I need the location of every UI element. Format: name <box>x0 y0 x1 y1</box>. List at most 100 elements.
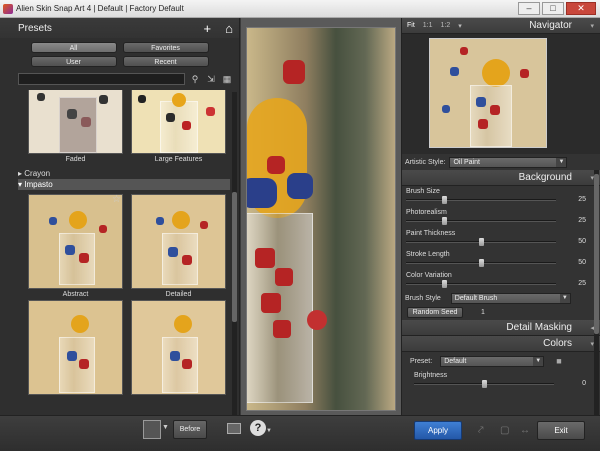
brush-size-slider[interactable]: Brush Size 25 <box>402 186 592 207</box>
category-label: Crayon <box>24 169 51 178</box>
close-button[interactable]: ✕ <box>566 2 596 15</box>
thumb-image <box>28 90 123 154</box>
home-icon[interactable]: ⌂ <box>225 21 233 36</box>
brush-style-select[interactable]: Default Brush ▼ <box>450 292 571 304</box>
split-view-button[interactable] <box>143 420 161 439</box>
navigator[interactable] <box>402 34 600 154</box>
random-seed-value: 1 <box>481 309 485 316</box>
preset-thumb[interactable] <box>28 300 123 395</box>
help-dropdown-icon[interactable]: ▼ <box>266 428 272 434</box>
crop-icon[interactable]: ▢ <box>500 425 509 436</box>
zoom-fit-button[interactable]: Fit <box>407 22 415 30</box>
preview-image <box>247 28 395 410</box>
app-icon <box>3 3 13 14</box>
photorealism-slider[interactable]: Photorealism 25 <box>402 207 592 228</box>
preset-thumb[interactable] <box>131 300 226 395</box>
title-bar: Alien Skin Snap Art 4 | Default | Factor… <box>0 0 600 18</box>
stroke-length-slider[interactable]: Stroke Length 50 <box>402 249 592 270</box>
navigator-title: Navigator <box>529 20 572 31</box>
colors-preset-value: Default <box>444 357 467 365</box>
chevron-down-icon: ▼ <box>559 293 570 303</box>
slider-label: Stroke Length <box>406 251 450 258</box>
preset-scrollbar[interactable] <box>232 92 237 415</box>
slider-knob[interactable] <box>441 196 447 204</box>
preset-search-input[interactable] <box>18 73 185 85</box>
artistic-style-row: Artistic Style: Oil Paint ▼ <box>402 154 600 170</box>
filter-favorites-button[interactable]: Favorites <box>122 42 209 53</box>
add-preset-icon[interactable]: + <box>204 21 212 36</box>
thumb-caption: Large Features <box>154 156 203 163</box>
color-variation-slider[interactable]: Color Variation 25 <box>402 270 592 291</box>
slider-label: Color Variation <box>406 272 452 279</box>
slider-knob[interactable] <box>479 238 484 246</box>
collapse-icon[interactable]: ▾ <box>590 22 594 30</box>
preset-filters: All Favorites User Recent <box>0 38 239 71</box>
zoom-1-2-button[interactable]: 1:2 <box>441 22 451 30</box>
thumb-image <box>28 194 123 289</box>
apply-button[interactable]: Apply <box>414 421 462 440</box>
presets-panel: Presets + ⌂ All Favorites User Recent ⚲ … <box>0 18 240 415</box>
preset-thumb-abstract[interactable]: ☆ Abstract <box>28 194 123 300</box>
preset-thumb-large-features[interactable]: Large Features <box>131 90 226 165</box>
navigator-thumbnail[interactable] <box>429 38 547 148</box>
slider-knob[interactable] <box>482 380 487 388</box>
slider-value: 50 <box>578 238 586 245</box>
slider-label: Paint Thickness <box>406 230 456 237</box>
category-impasto[interactable]: ▾ Impasto <box>18 179 230 190</box>
preset-thumb-faded[interactable]: Faded <box>28 90 123 165</box>
preview-canvas[interactable] <box>241 18 401 415</box>
presets-title: Presets <box>18 22 52 34</box>
navigator-header[interactable]: Fit 1:1 1:2 ▾ Navigator ▾ <box>402 18 600 34</box>
thumb-caption: Abstract <box>62 291 89 298</box>
filter-recent-button[interactable]: Recent <box>122 56 209 67</box>
detail-masking-header[interactable]: Detail Masking ◂ <box>402 320 600 336</box>
brush-style-row: Brush Style Default Brush ▼ <box>402 291 600 305</box>
detail-masking-title: Detail Masking <box>506 322 572 333</box>
slider-value: 25 <box>578 196 586 203</box>
colors-header[interactable]: Colors ▾ <box>402 336 600 352</box>
zoom-dropdown-icon[interactable]: ▾ <box>458 22 462 30</box>
background-header[interactable]: Background ▾ <box>402 170 600 186</box>
grid-view-icon[interactable]: ▦ <box>221 74 233 85</box>
slider-knob[interactable] <box>479 259 484 267</box>
before-button[interactable]: Before <box>173 420 207 439</box>
settings-scrollbar[interactable] <box>594 170 599 415</box>
colors-preset-row: Preset: Default ▼ ■ <box>402 352 600 370</box>
slider-knob[interactable] <box>441 217 447 225</box>
bottom-toolbar: ▼ Before ? ▼ Apply ⤤ ▢ ↔ Exit <box>0 415 600 451</box>
filter-all-button[interactable]: All <box>30 42 117 53</box>
preset-thumb-detailed[interactable]: Detailed <box>131 194 226 300</box>
preset-list: Faded Large Features ▸ Crayon ▾ Impasto <box>18 90 230 415</box>
fullscreen-icon[interactable] <box>227 423 241 434</box>
random-seed-button[interactable]: Random Seed <box>407 307 463 318</box>
artistic-style-select[interactable]: Oil Paint ▼ <box>449 156 568 168</box>
thumb-image <box>131 194 226 289</box>
split-view-dropdown-icon[interactable]: ▼ <box>162 424 169 431</box>
category-crayon[interactable]: ▸ Crayon <box>18 168 230 179</box>
filter-user-button[interactable]: User <box>30 56 117 67</box>
move-icon[interactable]: ⤤ <box>478 425 484 436</box>
paint-thickness-slider[interactable]: Paint Thickness 50 <box>402 228 592 249</box>
brush-style-value: Default Brush <box>454 294 498 302</box>
slider-track[interactable] <box>406 220 556 222</box>
slider-value: 25 <box>578 217 586 224</box>
brightness-slider[interactable]: Brightness 0 <box>402 370 592 391</box>
slider-knob[interactable] <box>441 280 447 288</box>
slider-value: 50 <box>578 259 586 266</box>
help-icon[interactable]: ? <box>250 420 266 436</box>
search-icon[interactable]: ⚲ <box>189 74 201 85</box>
collapse-all-icon[interactable]: ⇲ <box>205 74 217 85</box>
maximize-button[interactable]: □ <box>542 2 564 15</box>
zoom-1-1-button[interactable]: 1:1 <box>423 22 433 30</box>
slider-track[interactable] <box>406 283 556 285</box>
minimize-button[interactable]: – <box>518 2 540 15</box>
slider-track[interactable] <box>406 199 556 201</box>
favorite-star-icon[interactable]: ☆ <box>112 194 121 205</box>
exit-button[interactable]: Exit <box>537 421 585 440</box>
colors-preset-select[interactable]: Default ▼ <box>440 355 545 367</box>
thumb-image <box>131 90 226 154</box>
thumb-caption: Detailed <box>165 291 192 298</box>
preset-menu-icon[interactable]: ■ <box>556 356 561 366</box>
arrows-icon[interactable]: ↔ <box>520 425 530 436</box>
colors-preset-label: Preset: <box>410 357 433 365</box>
